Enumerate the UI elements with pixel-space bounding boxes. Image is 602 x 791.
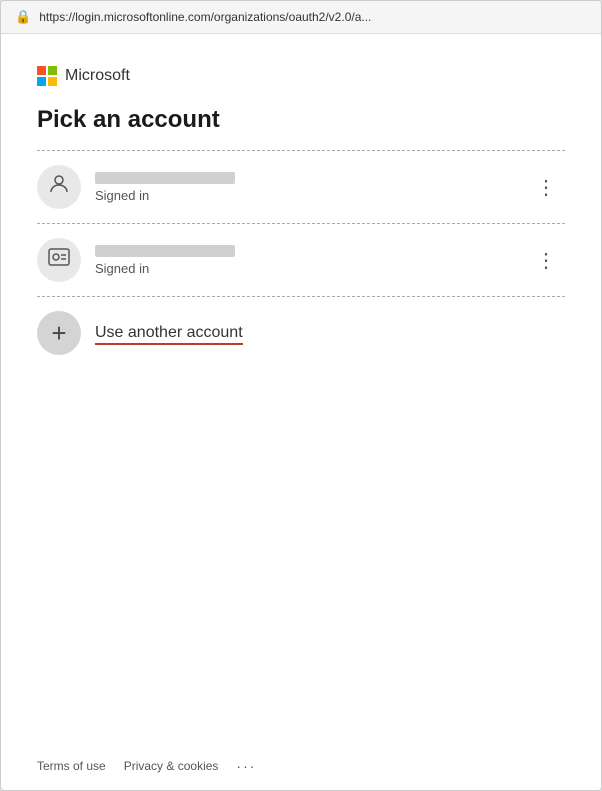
footer: Terms of use Privacy & cookies ··· — [1, 742, 601, 790]
account-status-1: Signed in — [95, 188, 528, 203]
account-item-1[interactable]: Signed in ⋮ — [37, 151, 565, 224]
id-card-icon — [46, 244, 72, 276]
ms-grid-yellow — [48, 77, 57, 86]
microsoft-logo: Microsoft — [37, 66, 565, 86]
accounts-list: Signed in ⋮ — [37, 150, 565, 742]
address-bar: 🔒 https://login.microsoftonline.com/orga… — [1, 1, 601, 34]
ms-grid-icon — [37, 66, 57, 86]
person-icon — [47, 172, 71, 202]
account-item-2[interactable]: Signed in ⋮ — [37, 224, 565, 297]
use-another-account-item[interactable]: + Use another account — [37, 297, 565, 369]
account-avatar-1 — [37, 165, 81, 209]
account-info-2: Signed in — [95, 245, 528, 276]
account-status-2: Signed in — [95, 261, 528, 276]
account-name-bar-2 — [95, 245, 235, 257]
terms-of-use-link[interactable]: Terms of use — [37, 759, 106, 773]
account-avatar-2 — [37, 238, 81, 282]
footer-more-button[interactable]: ··· — [236, 758, 256, 774]
account-name-bar-1 — [95, 172, 235, 184]
account-more-button-1[interactable]: ⋮ — [528, 171, 565, 204]
url-text: https://login.microsoftonline.com/organi… — [39, 10, 371, 24]
browser-window: 🔒 https://login.microsoftonline.com/orga… — [0, 0, 602, 791]
lock-icon: 🔒 — [15, 9, 31, 25]
page-content: Microsoft Pick an account Signed — [1, 34, 601, 742]
plus-icon-avatar: + — [37, 311, 81, 355]
microsoft-logo-text: Microsoft — [65, 67, 130, 85]
account-info-1: Signed in — [95, 172, 528, 203]
account-more-button-2[interactable]: ⋮ — [528, 244, 565, 277]
use-another-label[interactable]: Use another account — [95, 324, 243, 342]
plus-icon: + — [51, 318, 66, 349]
ms-grid-red — [37, 66, 46, 75]
ms-grid-blue — [37, 77, 46, 86]
privacy-cookies-link[interactable]: Privacy & cookies — [124, 759, 219, 773]
ms-grid-green — [48, 66, 57, 75]
page-title: Pick an account — [37, 106, 565, 134]
